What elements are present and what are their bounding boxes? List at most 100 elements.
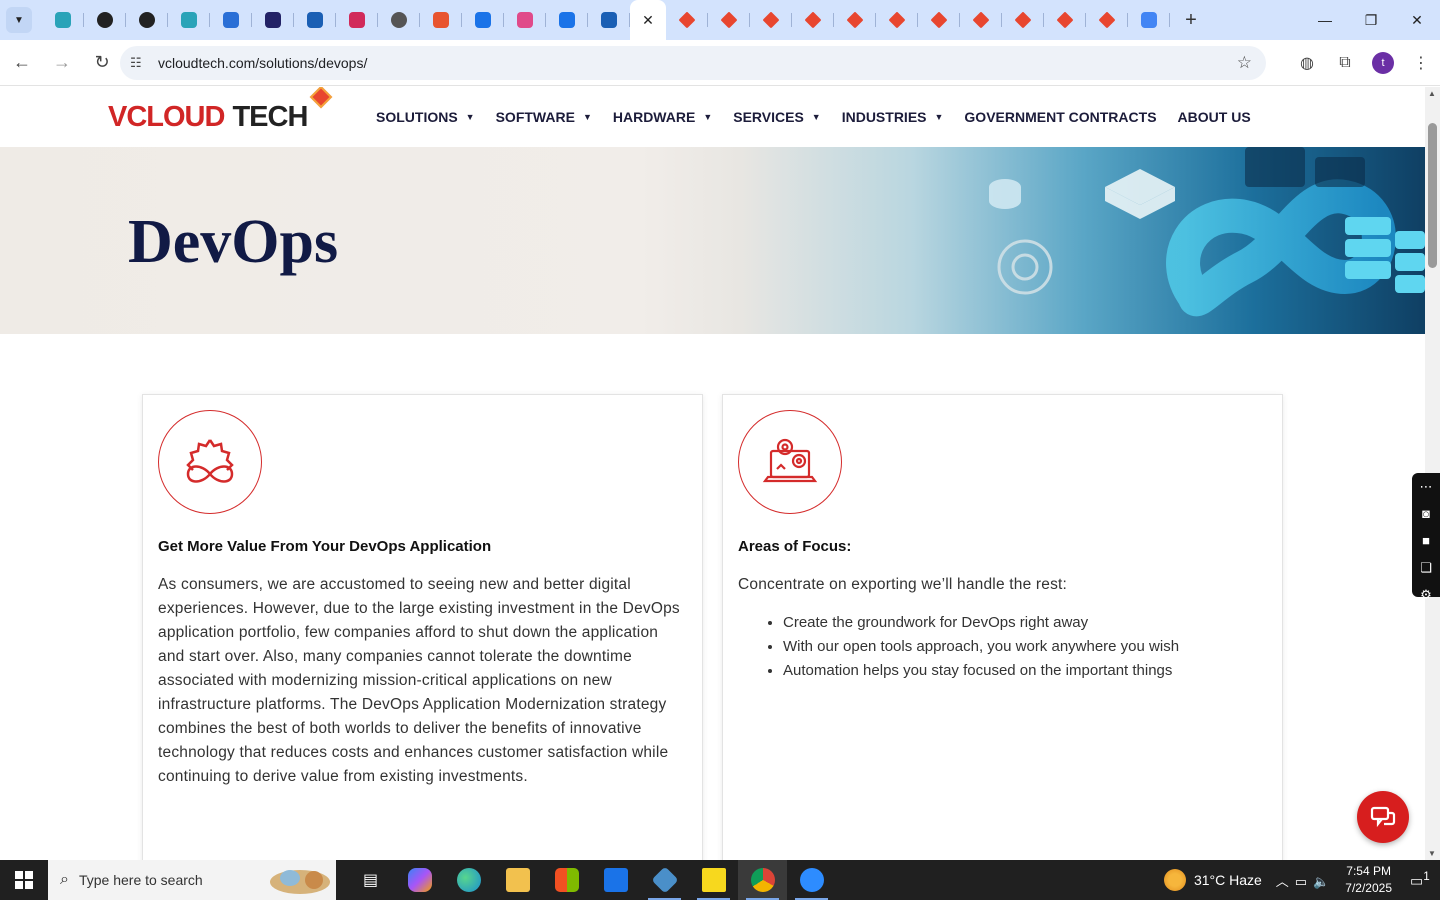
profile-avatar[interactable]: t	[1372, 52, 1394, 74]
start-button[interactable]	[0, 860, 48, 900]
mail-icon[interactable]	[591, 860, 640, 900]
browser-tab[interactable]	[876, 0, 918, 40]
task-view-icon[interactable]: ▤	[346, 860, 395, 900]
gear-icon[interactable]: ⚙	[1420, 585, 1432, 605]
browser-tab[interactable]	[1128, 0, 1170, 40]
vcloud-tech-logo[interactable]: VCLOUD TECH	[108, 87, 333, 134]
card-heading: Areas of Focus:	[738, 538, 852, 555]
scrollbar-thumb[interactable]	[1428, 123, 1437, 268]
more-dots-icon[interactable]: ⋯	[1420, 477, 1433, 497]
browser-tab[interactable]	[792, 0, 834, 40]
browser-tab[interactable]: ✕	[630, 0, 666, 40]
bookmark-star-icon[interactable]: ☆	[1237, 53, 1252, 73]
main-navigation: SOLUTIONS ▼ SOFTWARE ▼ HARDWARE ▼ SERVICES ▼ IND…	[376, 87, 1272, 147]
browser-tab[interactable]	[126, 0, 168, 40]
tray-icons[interactable]: ︿▭🔈	[1276, 871, 1335, 890]
browser-tab[interactable]	[252, 0, 294, 40]
browser-tab[interactable]	[84, 0, 126, 40]
browser-tab[interactable]	[1086, 0, 1128, 40]
browser-tab[interactable]	[834, 0, 876, 40]
search-highlight-illustration-icon	[270, 870, 330, 894]
gear-logo-icon	[97, 12, 113, 28]
logo-diamond-icon	[310, 87, 333, 109]
browser-tab[interactable]	[504, 0, 546, 40]
teal-hex-icon	[55, 12, 71, 28]
tab-strip: ✕	[42, 0, 1170, 40]
nav-item-government-contracts[interactable]: GOVERNMENT CONTRACTS	[964, 109, 1156, 125]
browser-tab[interactable]	[588, 0, 630, 40]
browser-tab[interactable]	[420, 0, 462, 40]
page-viewport: VCLOUD TECH SOLUTIONS ▼ SOFTWARE ▼ HARDWARE ▼ S…	[0, 87, 1425, 860]
nav-item-label: ABOUT US	[1177, 109, 1251, 125]
translate-globe-icon[interactable]: ◍	[1288, 53, 1326, 73]
address-bar: ← → ↻ ☷ vcloudtech.com/solutions/devops/…	[0, 40, 1440, 86]
taskbar-search-box[interactable]: ⌕ Type here to search	[48, 860, 336, 900]
zoom-icon[interactable]	[787, 860, 836, 900]
browser-tab-bar: ▼ ✕ + — ❐ ✕	[0, 0, 1440, 40]
caret-down-icon: ▼	[811, 112, 821, 122]
new-tab-button[interactable]: +	[1176, 5, 1206, 35]
nav-item-software[interactable]: SOFTWARE ▼	[496, 109, 592, 125]
nav-item-about-us[interactable]: ABOUT US	[1178, 109, 1251, 125]
forward-button[interactable]: →	[44, 45, 80, 81]
nav-item-services[interactable]: SERVICES ▼	[733, 109, 820, 125]
kebab-menu-icon[interactable]: ⋮	[1402, 53, 1440, 73]
sticky-notes-icon[interactable]	[689, 860, 738, 900]
clock[interactable]: 7:54 PM 7/2/2025	[1345, 863, 1392, 897]
browser-tab[interactable]	[42, 0, 84, 40]
browser-tab[interactable]	[294, 0, 336, 40]
minimize-icon[interactable]: —	[1302, 0, 1348, 40]
nav-item-hardware[interactable]: HARDWARE ▼	[613, 109, 712, 125]
chat-widget-button[interactable]	[1357, 791, 1409, 843]
vcloud-diamond-icon	[720, 11, 738, 29]
browser-tab[interactable]	[1002, 0, 1044, 40]
gear-infinity-icon	[158, 410, 262, 514]
url-text[interactable]: vcloudtech.com/solutions/devops/	[158, 55, 367, 71]
chrome-icon[interactable]	[738, 860, 787, 900]
browser-tab[interactable]	[708, 0, 750, 40]
microsoft-store-icon[interactable]	[542, 860, 591, 900]
notification-center-icon[interactable]: ▭1	[1410, 870, 1440, 890]
browser-tab[interactable]	[546, 0, 588, 40]
close-window-icon[interactable]: ✕	[1394, 0, 1440, 40]
nav-item-solutions[interactable]: SOLUTIONS ▼	[376, 109, 475, 125]
weather-widget[interactable]: 31°C Haze	[1163, 869, 1262, 891]
restore-icon[interactable]: ❐	[1348, 0, 1394, 40]
close-icon[interactable]: ✕	[642, 12, 654, 29]
back-button[interactable]: ←	[4, 45, 40, 81]
weather-text: 31°C Haze	[1193, 872, 1262, 888]
scroll-down-arrow-icon[interactable]: ▼	[1428, 849, 1436, 858]
scroll-up-arrow-icon[interactable]: ▲	[1428, 89, 1436, 98]
camera-icon[interactable]: ◙	[1422, 504, 1430, 524]
reload-button[interactable]: ↻	[84, 45, 120, 81]
clock-time: 7:54 PM	[1346, 864, 1391, 878]
browser-tab[interactable]	[168, 0, 210, 40]
chat-bubbles-icon	[1370, 806, 1396, 828]
edge-icon[interactable]	[444, 860, 493, 900]
window-copy-icon[interactable]: ❏	[1420, 558, 1432, 578]
globe-icon	[391, 12, 407, 28]
browser-tab[interactable]	[750, 0, 792, 40]
browser-tab[interactable]	[378, 0, 420, 40]
browser-tab[interactable]	[462, 0, 504, 40]
app-diamond-icon[interactable]	[640, 860, 689, 900]
video-camera-icon[interactable]: ■	[1422, 531, 1430, 551]
browser-tab[interactable]	[336, 0, 378, 40]
focus-bullet-list: Create the groundwork for DevOps right a…	[783, 611, 1179, 683]
extensions-icon[interactable]: ⧉	[1326, 54, 1364, 72]
file-explorer-icon[interactable]	[493, 860, 542, 900]
caret-down-icon: ▼	[582, 112, 592, 122]
tab-search-button[interactable]: ▼	[6, 7, 32, 33]
caret-down-icon: ▼	[703, 112, 713, 122]
browser-tab[interactable]	[210, 0, 252, 40]
card-heading: Get More Value From Your DevOps Applicat…	[158, 538, 492, 555]
browser-tab[interactable]	[960, 0, 1002, 40]
omnibox[interactable]: ☷ vcloudtech.com/solutions/devops/ ☆	[120, 46, 1266, 80]
browser-tab[interactable]	[666, 0, 708, 40]
browser-tab[interactable]	[918, 0, 960, 40]
site-info-icon[interactable]: ☷	[130, 55, 154, 71]
nav-item-label: INDUSTRIES	[841, 109, 927, 125]
copilot-icon[interactable]	[395, 860, 444, 900]
browser-tab[interactable]	[1044, 0, 1086, 40]
nav-item-industries[interactable]: INDUSTRIES ▼	[842, 109, 944, 125]
